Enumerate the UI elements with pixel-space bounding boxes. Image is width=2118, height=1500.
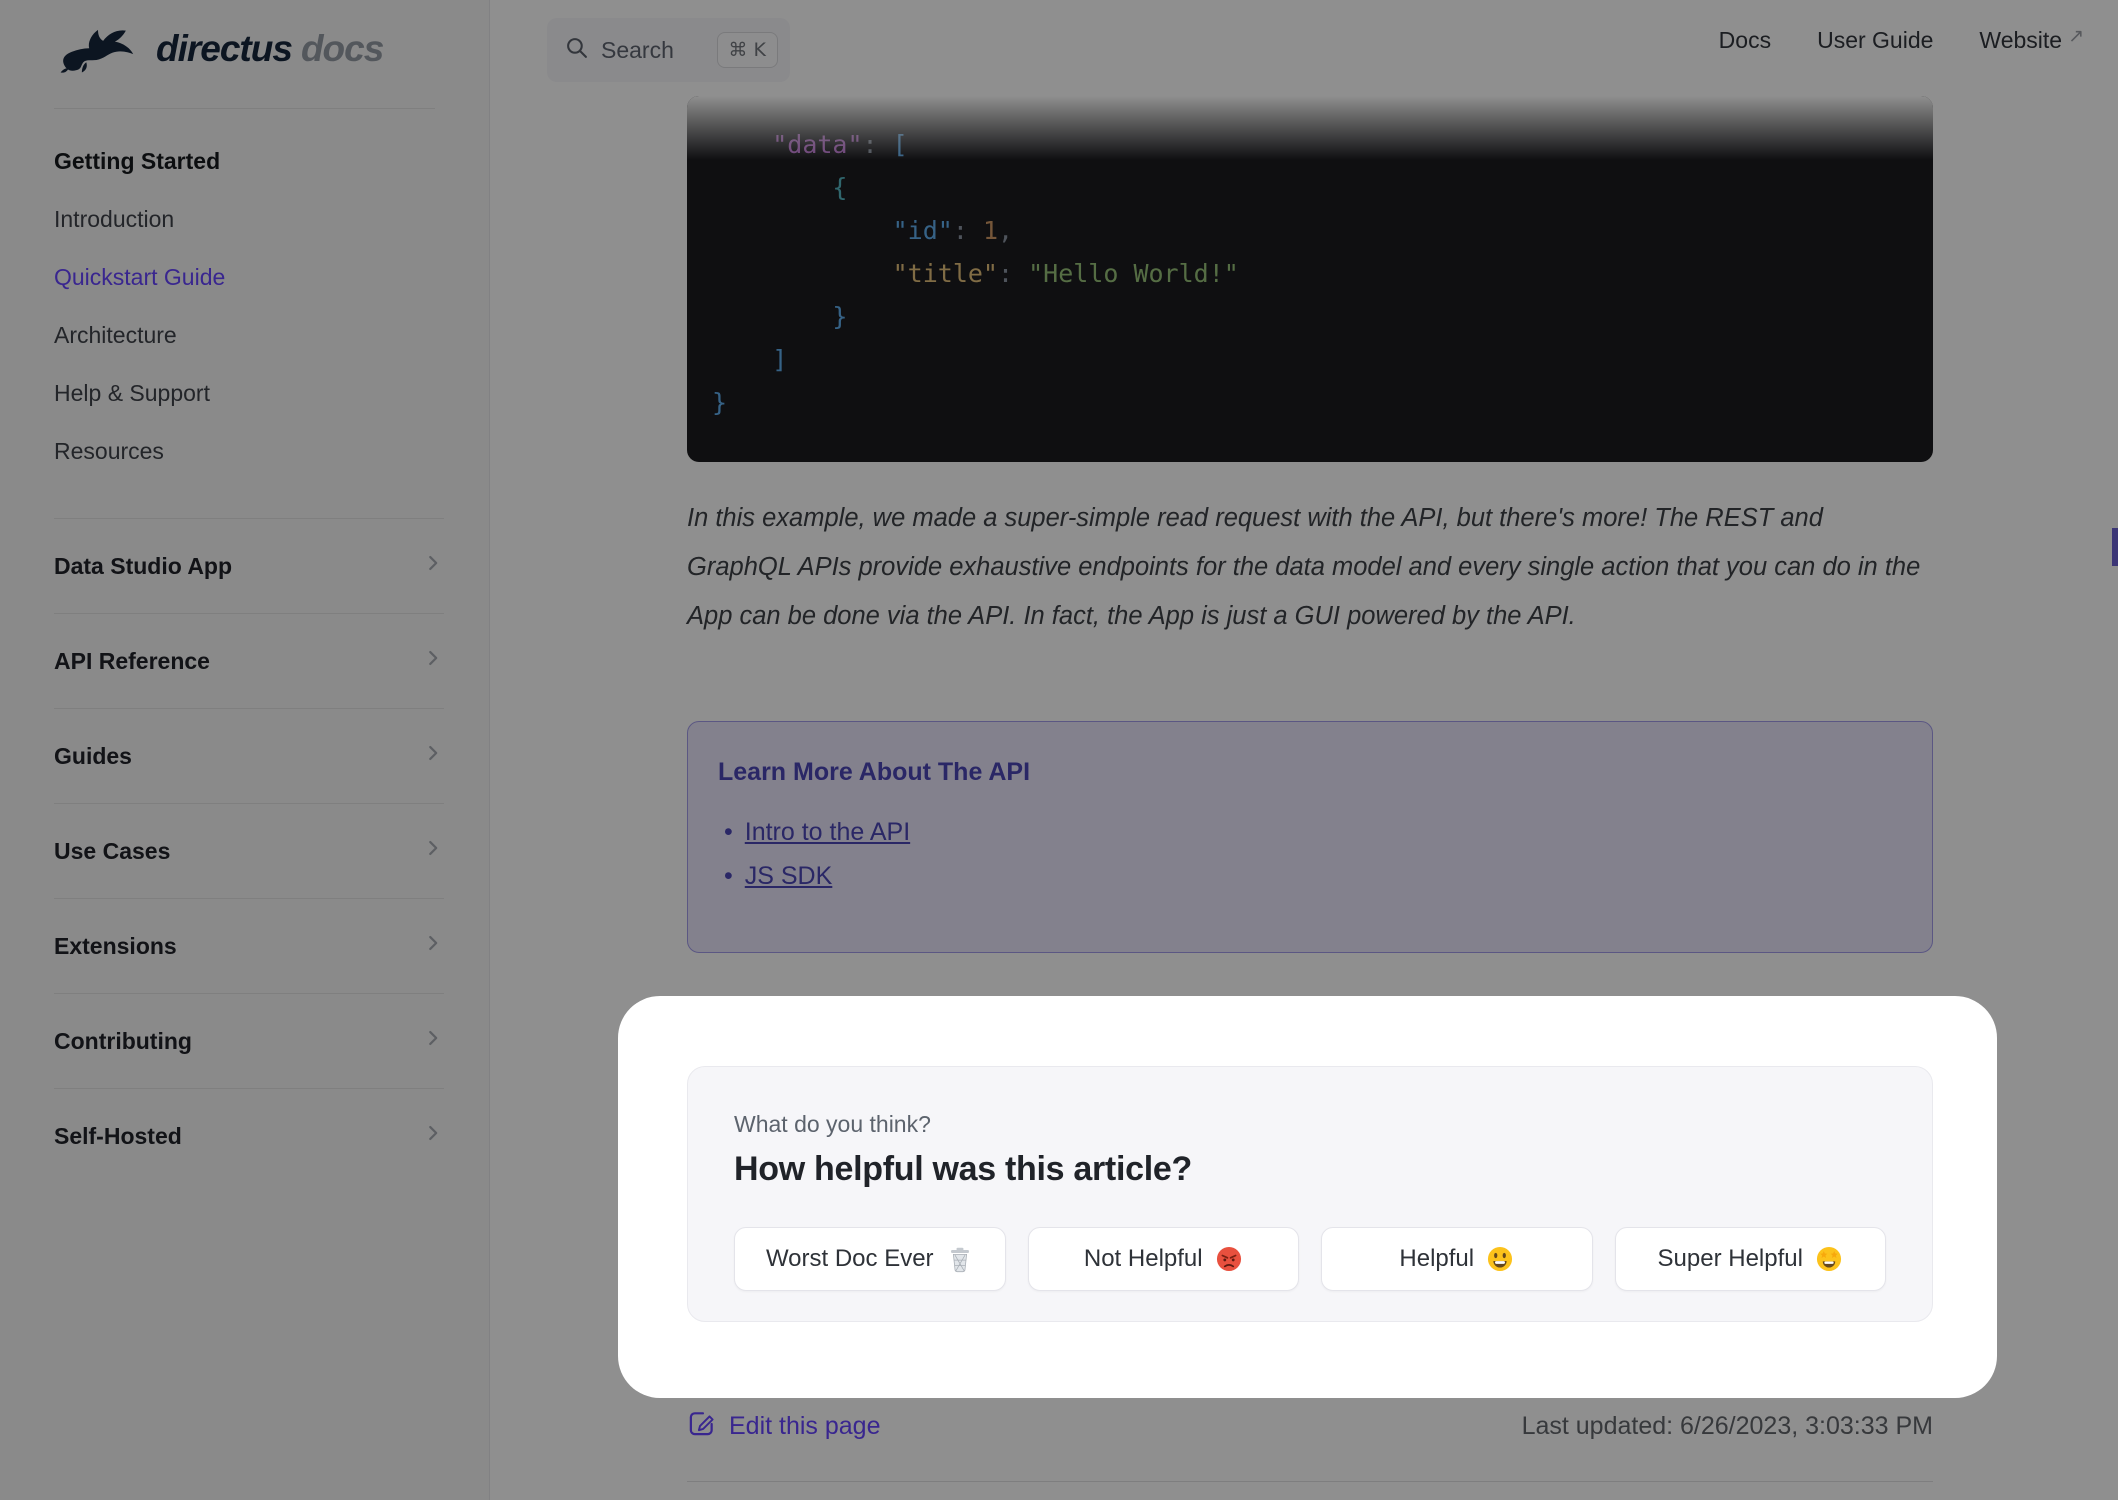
external-arrow-icon: ↗ bbox=[2068, 25, 2084, 47]
sidebar-group-label: Extensions bbox=[54, 932, 177, 959]
chevron-right-icon bbox=[422, 1027, 444, 1055]
code-line: } bbox=[832, 302, 848, 331]
code-line: "data": [ bbox=[772, 130, 908, 159]
scrollbar-thumb[interactable] bbox=[2112, 528, 2118, 566]
sidebar-group-label: Data Studio App bbox=[54, 552, 233, 579]
code-line: ] bbox=[772, 345, 788, 374]
code-line: { bbox=[832, 173, 848, 202]
body-paragraph: In this example, we made a super-simple … bbox=[687, 504, 1921, 630]
feedback-button-label: Helpful bbox=[1399, 1245, 1475, 1272]
sidebar-group-data-studio-app[interactable]: Data Studio App bbox=[54, 518, 444, 613]
edit-link-label: Edit this page bbox=[729, 1411, 881, 1440]
brand-suffix: docs bbox=[300, 28, 384, 69]
code-line: "id": 1, bbox=[892, 216, 1014, 245]
feedback-button-worst-doc-ever[interactable]: Worst Doc Ever bbox=[734, 1227, 1006, 1291]
chevron-right-icon bbox=[422, 837, 444, 865]
smile-emoji bbox=[1486, 1245, 1514, 1273]
info-box-list-item: • JS SDK bbox=[718, 861, 1892, 891]
sidebar-group-label: API Reference bbox=[54, 647, 210, 674]
feedback-button-label: Worst Doc Ever bbox=[765, 1245, 934, 1272]
nav-link-docs[interactable]: Docs bbox=[1719, 27, 1771, 54]
sidebar-group-use-cases[interactable]: Use Cases bbox=[54, 803, 444, 898]
info-link-intro-to-the-api[interactable]: Intro to the API bbox=[745, 817, 910, 847]
trash-emoji bbox=[946, 1245, 974, 1273]
edit-pencil-icon bbox=[687, 1408, 716, 1444]
sidebar-getting-started-section: Getting Started Introduction Quickstart G… bbox=[54, 132, 435, 480]
bullet-dot: • bbox=[724, 862, 733, 890]
sidebar-item-architecture[interactable]: Architecture bbox=[54, 306, 435, 364]
nav-link-label: Docs bbox=[1718, 26, 1772, 53]
sidebar-item-resources[interactable]: Resources bbox=[54, 422, 435, 480]
brand-wordmark: directus docs bbox=[156, 28, 384, 70]
search-shortcut-badge: ⌘ K bbox=[716, 32, 778, 68]
sidebar-group-label: Guides bbox=[54, 742, 132, 769]
sidebar-groups: Data Studio App API Reference Guides Use Ca… bbox=[54, 518, 444, 1183]
nav-link-user-guide[interactable]: User Guide bbox=[1817, 27, 1933, 54]
sidebar-group-label: Self-Hosted bbox=[54, 1122, 182, 1149]
sidebar-group-guides[interactable]: Guides bbox=[54, 708, 444, 803]
chevron-right-icon bbox=[422, 1122, 444, 1150]
feedback-button-not-helpful[interactable]: Not Helpful bbox=[1027, 1227, 1299, 1291]
sidebar-item-help-support[interactable]: Help & Support bbox=[54, 364, 435, 422]
feedback-title: How helpful was this article? bbox=[734, 1150, 1192, 1188]
sidebar-group-extensions[interactable]: Extensions bbox=[54, 898, 444, 993]
code-line: } bbox=[712, 388, 728, 417]
chevron-right-icon bbox=[422, 552, 444, 580]
sidebar-section-title: Getting Started bbox=[54, 147, 221, 174]
brand-logo[interactable]: directus docs bbox=[54, 22, 384, 76]
sidebar-item-quickstart-guide[interactable]: Quickstart Guide bbox=[54, 248, 435, 306]
feedback-button-helpful[interactable]: Helpful bbox=[1321, 1227, 1593, 1291]
info-link-js-sdk[interactable]: JS SDK bbox=[745, 861, 833, 891]
brand-name: directus bbox=[156, 28, 293, 69]
sidebar-group-label: Use Cases bbox=[54, 837, 171, 864]
sidebar-group-self-hosted[interactable]: Self-Hosted bbox=[54, 1088, 444, 1183]
sidebar-group-label: Contributing bbox=[54, 1027, 192, 1054]
edit-this-page-link[interactable]: Edit this page bbox=[687, 1408, 881, 1444]
footer-divider bbox=[687, 1481, 1933, 1482]
feedback-button-label: Super Helpful bbox=[1657, 1245, 1803, 1272]
learn-more-info-box: Learn More About The API • Intro to the A… bbox=[687, 721, 1933, 953]
feedback-button-super-helpful[interactable]: Super Helpful bbox=[1614, 1227, 1886, 1291]
info-box-title: Learn More About The API bbox=[718, 758, 1031, 786]
info-box-list-item: • Intro to the API bbox=[718, 817, 1892, 847]
nav-link-website[interactable]: Website ↗ bbox=[1979, 25, 2084, 54]
search-input[interactable]: Search ⌘ K bbox=[547, 18, 790, 82]
nav-link-label: User Guide bbox=[1817, 26, 1934, 53]
feedback-kicker: What do you think? bbox=[734, 1111, 931, 1137]
directus-rabbit-icon bbox=[54, 22, 142, 76]
bullet-dot: • bbox=[724, 818, 733, 846]
chevron-right-icon bbox=[422, 742, 444, 770]
sidebar-group-api-reference[interactable]: API Reference bbox=[54, 613, 444, 708]
angry-emoji bbox=[1215, 1245, 1243, 1273]
feedback-button-label: Not Helpful bbox=[1083, 1245, 1203, 1272]
last-updated-text: Last updated: 6/26/2023, 3:03:33 PM bbox=[1521, 1412, 1933, 1440]
search-icon bbox=[565, 36, 588, 64]
info-box-link-list: • Intro to the API • JS SDK bbox=[718, 817, 1892, 891]
code-line: "title": "Hello World!" bbox=[892, 259, 1239, 288]
code-content: "data": [ { "id": 1, "title": "Hello Wor… bbox=[687, 96, 1933, 424]
sidebar-logo-divider bbox=[54, 108, 435, 109]
top-nav: Docs User Guide Website ↗ bbox=[1719, 0, 2084, 80]
starstruck-emoji bbox=[1815, 1245, 1843, 1273]
feedback-button-row: Worst Doc Ever Not Helpful Helpful Super He… bbox=[734, 1227, 1886, 1291]
sidebar: directus docs Getting Started Introductio… bbox=[0, 0, 490, 1500]
feedback-card: What do you think? How helpful was this … bbox=[687, 1066, 1933, 1322]
chevron-right-icon bbox=[422, 647, 444, 675]
sidebar-group-contributing[interactable]: Contributing bbox=[54, 993, 444, 1088]
search-placeholder: Search bbox=[601, 36, 674, 63]
code-block: "data": [ { "id": 1, "title": "Hello Wor… bbox=[687, 96, 1933, 462]
chevron-right-icon bbox=[422, 932, 444, 960]
nav-link-label: Website bbox=[1979, 26, 2063, 53]
sidebar-item-introduction[interactable]: Introduction bbox=[54, 190, 435, 248]
